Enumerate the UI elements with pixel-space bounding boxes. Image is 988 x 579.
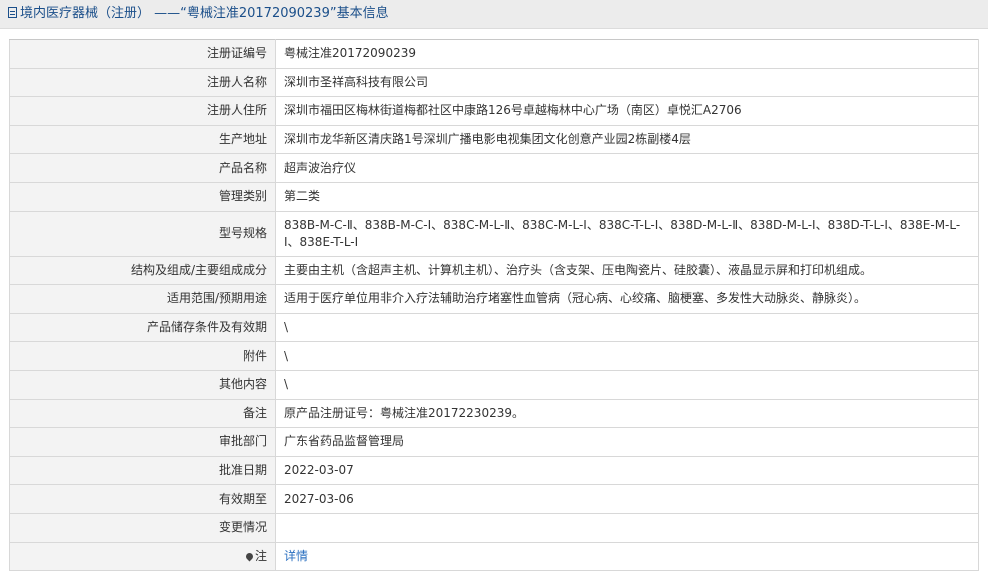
table-row: 注 详情 <box>9 541 979 572</box>
table-row: 有效期至 2027-03-06 <box>9 484 979 514</box>
row-value-attachments: \ <box>275 341 979 371</box>
row-value-valid-until: 2027-03-06 <box>275 484 979 514</box>
table-row: 审批部门 广东省药品监督管理局 <box>9 427 979 457</box>
note-label: 注 <box>254 548 267 563</box>
table-row: 型号规格 838B-M-C-Ⅱ、838B-M-C-Ⅰ、838C-M-L-Ⅱ、83… <box>9 210 979 257</box>
table-row: 变更情况 <box>9 512 979 543</box>
info-panel: 注册证编号 粤械注准20172090239 注册人名称 深圳市圣祥高科技有限公司… <box>0 29 988 572</box>
row-value-note: 详情 <box>275 541 979 572</box>
row-value-model-spec: 838B-M-C-Ⅱ、838B-M-C-Ⅰ、838C-M-L-Ⅱ、838C-M-… <box>275 210 979 257</box>
row-label-registrant-name: 注册人名称 <box>9 67 276 98</box>
table-row: 其他内容 \ <box>9 369 979 400</box>
table-row: 产品名称 超声波治疗仪 <box>9 153 979 183</box>
page-header: 境内医疗器械（注册） ——“粤械注准20172090239”基本信息 <box>0 0 988 29</box>
table-row: 适用范围/预期用途 适用于医疗单位用非介入疗法辅助治疗堵塞性血管病（冠心病、心绞… <box>9 284 979 314</box>
row-value-intended-use: 适用于医疗单位用非介入疗法辅助治疗堵塞性血管病（冠心病、心绞痛、脑梗塞、多发性大… <box>275 284 979 314</box>
row-label-approval-department: 审批部门 <box>9 427 276 457</box>
row-label-attachments: 附件 <box>9 341 276 371</box>
info-table: 注册证编号 粤械注准20172090239 注册人名称 深圳市圣祥高科技有限公司… <box>9 39 979 572</box>
pin-icon <box>244 551 255 562</box>
row-value-production-address: 深圳市龙华新区清庆路1号深圳广播电影电视集团文化创意产业园2栋副楼4层 <box>275 124 979 155</box>
row-label-storage-validity: 产品储存条件及有效期 <box>9 312 276 343</box>
row-label-registration-number: 注册证编号 <box>9 39 276 69</box>
table-row: 备注 原产品注册证号：粤械注准20172230239。 <box>9 398 979 429</box>
row-value-change-status <box>275 512 979 543</box>
table-row: 生产地址 深圳市龙华新区清庆路1号深圳广播电影电视集团文化创意产业园2栋副楼4层 <box>9 124 979 155</box>
row-value-structure-composition: 主要由主机（含超声主机、计算机主机）、治疗头（含支架、压电陶瓷片、硅胶囊）、液晶… <box>275 255 979 286</box>
row-label-management-category: 管理类别 <box>9 181 276 212</box>
row-value-registrant-name: 深圳市圣祥高科技有限公司 <box>275 67 979 98</box>
row-value-registrant-address: 深圳市福田区梅林街道梅都社区中康路126号卓越梅林中心广场（南区）卓悦汇A270… <box>275 96 979 126</box>
row-value-remarks: 原产品注册证号：粤械注准20172230239。 <box>275 398 979 429</box>
row-value-storage-validity: \ <box>275 312 979 343</box>
row-value-management-category: 第二类 <box>275 181 979 212</box>
row-label-remarks: 备注 <box>9 398 276 429</box>
row-label-note: 注 <box>9 541 276 572</box>
row-label-approval-date: 批准日期 <box>9 455 276 486</box>
table-row: 附件 \ <box>9 341 979 371</box>
row-label-other-content: 其他内容 <box>9 369 276 400</box>
table-row: 注册人住所 深圳市福田区梅林街道梅都社区中康路126号卓越梅林中心广场（南区）卓… <box>9 96 979 126</box>
row-label-product-name: 产品名称 <box>9 153 276 183</box>
row-value-other-content: \ <box>275 369 979 400</box>
document-icon <box>8 7 17 18</box>
table-row: 批准日期 2022-03-07 <box>9 455 979 486</box>
row-value-registration-number: 粤械注准20172090239 <box>275 39 979 69</box>
row-label-production-address: 生产地址 <box>9 124 276 155</box>
row-label-registrant-address: 注册人住所 <box>9 96 276 126</box>
table-row: 结构及组成/主要组成成分 主要由主机（含超声主机、计算机主机）、治疗头（含支架、… <box>9 255 979 286</box>
row-label-change-status: 变更情况 <box>9 512 276 543</box>
row-label-model-spec: 型号规格 <box>9 210 276 257</box>
page-title: 境内医疗器械（注册） ——“粤械注准20172090239”基本信息 <box>20 6 389 21</box>
table-row: 注册人名称 深圳市圣祥高科技有限公司 <box>9 67 979 98</box>
row-label-structure-composition: 结构及组成/主要组成成分 <box>9 255 276 286</box>
table-row: 产品储存条件及有效期 \ <box>9 312 979 343</box>
row-value-approval-department: 广东省药品监督管理局 <box>275 427 979 457</box>
table-row: 管理类别 第二类 <box>9 181 979 212</box>
row-value-approval-date: 2022-03-07 <box>275 455 979 486</box>
row-label-intended-use: 适用范围/预期用途 <box>9 284 276 314</box>
row-label-valid-until: 有效期至 <box>9 484 276 514</box>
table-row: 注册证编号 粤械注准20172090239 <box>9 39 979 69</box>
details-link[interactable]: 详情 <box>284 549 308 563</box>
row-value-product-name: 超声波治疗仪 <box>275 153 979 183</box>
